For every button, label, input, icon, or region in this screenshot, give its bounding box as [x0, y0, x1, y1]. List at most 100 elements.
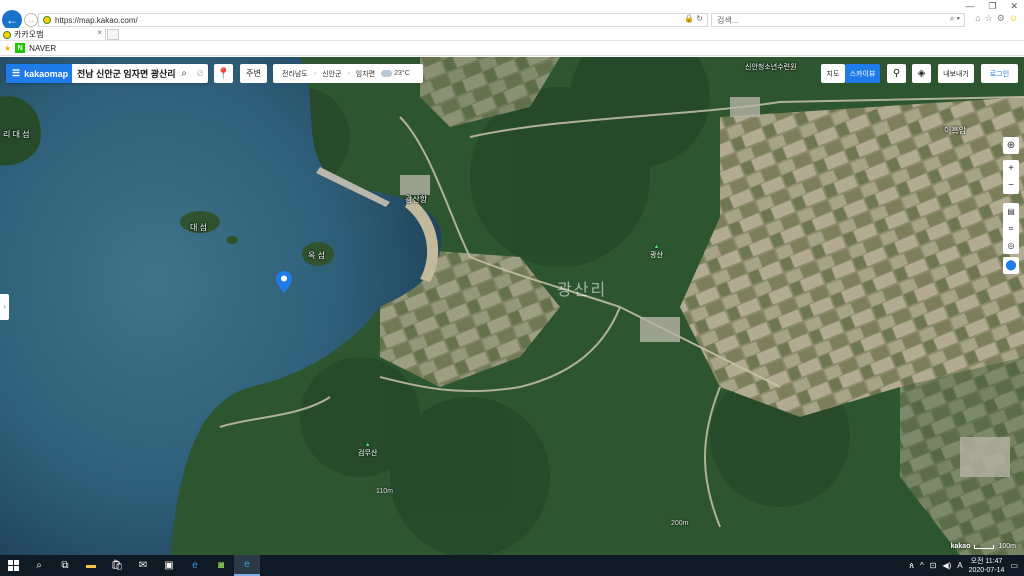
scale-bar: [974, 544, 995, 549]
volume-icon[interactable]: ◀): [942, 561, 951, 570]
kakaomap-menu-button[interactable]: ☰ kakaomap: [6, 64, 72, 83]
skyview-button[interactable]: 스카이뷰: [845, 64, 880, 83]
tab-strip: 카카오맵 ×: [0, 28, 1024, 41]
contour-label-2: 200m: [671, 520, 689, 527]
app-icon[interactable]: ▣: [156, 555, 182, 576]
layers-icon: ◈: [917, 68, 926, 79]
radius-icon[interactable]: ◎: [1003, 237, 1019, 254]
place-search-button[interactable]: 📍: [214, 64, 233, 83]
place-label-far-right[interactable]: 이흑암: [944, 125, 966, 136]
minimize-button[interactable]: —: [965, 1, 974, 12]
weather-widget[interactable]: 23°C: [381, 70, 410, 77]
village-label[interactable]: 광산리: [557, 276, 607, 300]
start-button[interactable]: [0, 555, 26, 576]
marker-control: ⬤: [1003, 257, 1019, 274]
browser-search-input[interactable]: 검색... ⌕ ▾: [711, 13, 965, 27]
clock[interactable]: 오전 11:47 2020-07-14: [969, 557, 1005, 575]
export-button[interactable]: 내보내기: [938, 64, 974, 83]
favorites-star-icon[interactable]: ★: [4, 44, 11, 53]
close-window-button[interactable]: ✕: [1010, 1, 1018, 12]
window-controls: — ❐ ✕: [965, 1, 1018, 12]
file-explorer-icon[interactable]: ▬: [78, 555, 104, 576]
hamburger-menu-icon: ☰: [12, 68, 21, 78]
address-text: https://map.kakao.com/: [55, 15, 138, 25]
chevron-right-icon: ›: [313, 70, 317, 77]
map-tools-control: ▤ ⌗ ◎: [1003, 203, 1019, 254]
tab-title: 카카오맵: [14, 30, 44, 39]
kakao-app-icon[interactable]: ◙: [208, 555, 234, 576]
breadcrumb-province[interactable]: 전라남도: [282, 69, 308, 79]
map-view-button[interactable]: 지도: [821, 64, 845, 83]
island-label-mid[interactable]: 대 섬: [190, 222, 207, 233]
browser-search-placeholder: 검색...: [717, 15, 739, 25]
map-canvas[interactable]: 리 대 섬 대 섬 옥 섬 광산항 신안청소년수련원 이흑암 광산리 광산 검무…: [0, 57, 1024, 555]
satellite-imagery: [0, 57, 1024, 555]
back-button[interactable]: ←: [2, 10, 22, 30]
forward-button[interactable]: →: [24, 13, 38, 27]
favorites-star-icon[interactable]: ☆: [985, 13, 993, 24]
mail-icon[interactable]: ✉: [130, 555, 156, 576]
region-breadcrumb: 전라남도 › 신안군 › 임자면 23°C: [273, 64, 423, 83]
search-icon[interactable]: ⌕ ▾: [950, 14, 960, 24]
ime-indicator[interactable]: A: [957, 561, 962, 570]
map-attribution: kakao 100m: [951, 543, 1016, 550]
favorite-naver-link[interactable]: NAVER: [29, 44, 56, 53]
facility-label[interactable]: 신안청소년수련원: [745, 62, 797, 72]
notification-icon[interactable]: ▭: [1010, 561, 1018, 570]
contour-label-1: 110m: [376, 488, 393, 495]
smiley-feedback-icon[interactable]: ☺: [1009, 13, 1018, 24]
lock-refresh-icons[interactable]: 🔒 ↻: [684, 14, 703, 23]
address-bar[interactable]: https://map.kakao.com/ 🔒 ↻: [38, 13, 708, 27]
breadcrumb-town[interactable]: 임자면: [356, 69, 375, 79]
port-label[interactable]: 광산항: [405, 194, 427, 205]
settings-gear-icon[interactable]: ⚙: [997, 13, 1005, 24]
peak-south[interactable]: 검무산: [358, 442, 377, 458]
edge-icon[interactable]: e: [182, 555, 208, 576]
island-label-left[interactable]: 리 대 섬: [3, 129, 30, 140]
search-icon[interactable]: ⌕: [26, 555, 52, 576]
favorites-bar: ★ N NAVER: [0, 41, 1024, 56]
search-icon[interactable]: ⌕: [176, 68, 192, 79]
layers-button[interactable]: ◈: [912, 64, 931, 83]
nearby-button[interactable]: 주변: [240, 64, 267, 83]
zoom-out-button[interactable]: −: [1003, 177, 1019, 194]
roadview-icon: ⚲: [892, 68, 901, 79]
windows-logo-icon: [7, 560, 19, 571]
roadview-button[interactable]: ⚲: [887, 64, 906, 83]
side-panel-toggle[interactable]: ›: [0, 294, 9, 320]
clock-time: 오전 11:47: [970, 557, 1003, 565]
tray-chevron-icon[interactable]: ^: [920, 561, 924, 570]
island-label-small[interactable]: 옥 섬: [308, 250, 325, 261]
peak-north[interactable]: 광산: [650, 244, 663, 260]
zoom-in-button[interactable]: +: [1003, 160, 1019, 177]
windows-taskbar: ⌕ ⧉ ▬ 🛍 ✉ ▣ e ◙ e ጰ ^ ⊡ ◀) A 오전 11:47 20…: [0, 555, 1024, 576]
zoom-control: + −: [1003, 160, 1019, 194]
map-pin-icon: 📍: [216, 68, 231, 80]
new-tab-button[interactable]: [107, 29, 119, 40]
crosshair-icon[interactable]: ⊕: [1003, 137, 1019, 154]
network-icon[interactable]: ⊡: [930, 561, 937, 570]
tab-favicon-icon: [3, 30, 11, 39]
tab-kakaomap[interactable]: 카카오맵 ×: [0, 28, 106, 41]
kakao-logo: kakao: [950, 543, 971, 550]
site-favicon-icon: [43, 16, 51, 24]
maximize-button[interactable]: ❐: [988, 1, 996, 12]
people-icon[interactable]: ጰ: [909, 561, 914, 571]
tab-close-icon[interactable]: ×: [97, 28, 102, 37]
store-icon[interactable]: 🛍: [104, 555, 130, 576]
task-view-icon[interactable]: ⧉: [52, 555, 78, 576]
ruler-icon[interactable]: ▤: [1003, 203, 1019, 220]
marker-icon[interactable]: ⬤: [1003, 257, 1019, 274]
home-icon[interactable]: ⌂: [975, 13, 980, 24]
internet-explorer-icon[interactable]: e: [234, 555, 260, 576]
breadcrumb-county[interactable]: 신안군: [322, 69, 341, 79]
clear-icon[interactable]: ⊘: [192, 68, 208, 79]
kakao-search-input[interactable]: 전남 신안군 임자면 광산리: [72, 67, 176, 80]
cloud-icon: [381, 70, 393, 77]
browser-toolbar-icons: ⌂ ☆ ⚙ ☺: [975, 13, 1018, 24]
area-icon[interactable]: ⌗: [1003, 220, 1019, 237]
naver-logo-icon: N: [15, 43, 26, 53]
window-titlebar: — ❐ ✕: [0, 0, 1024, 12]
login-button[interactable]: 로그인: [981, 64, 1018, 83]
location-pin-icon[interactable]: [276, 271, 292, 293]
